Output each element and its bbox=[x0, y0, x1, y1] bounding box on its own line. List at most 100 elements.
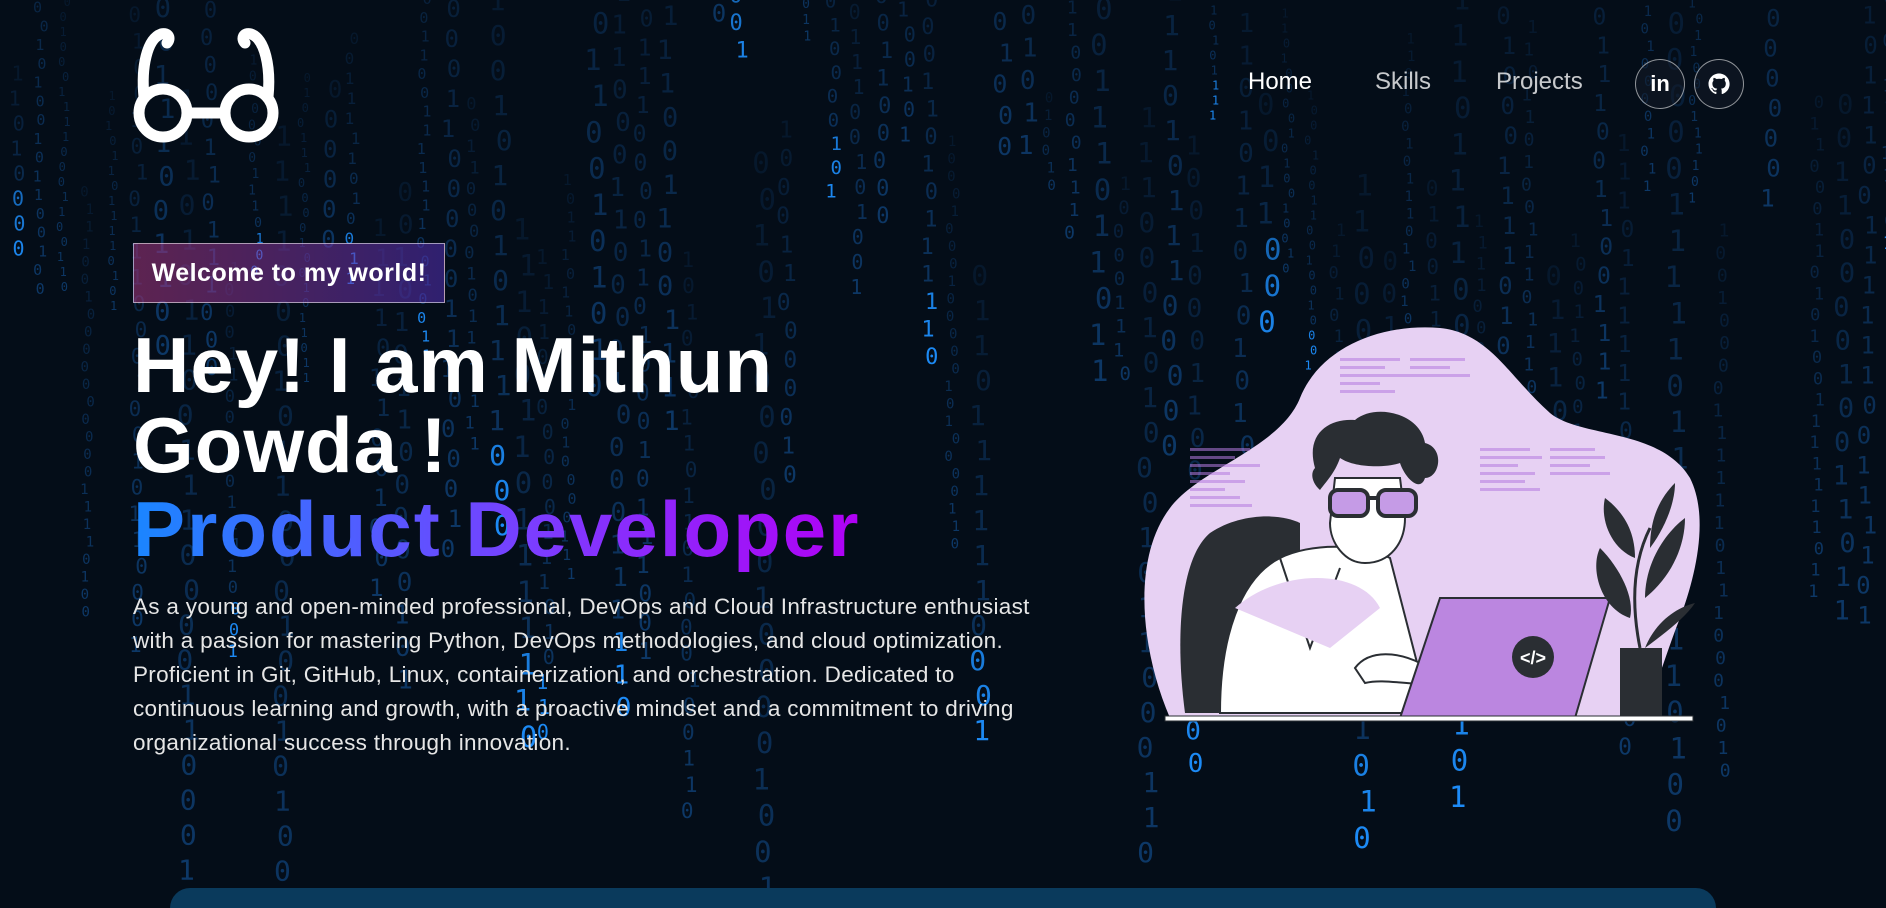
svg-text:1: 1 bbox=[108, 224, 115, 238]
svg-text:0: 0 bbox=[1264, 233, 1281, 267]
svg-text:0: 0 bbox=[470, 116, 480, 136]
svg-text:0: 0 bbox=[56, 220, 63, 234]
svg-text:1: 1 bbox=[1189, 229, 1205, 259]
svg-text:0: 0 bbox=[419, 9, 428, 27]
svg-text:0: 0 bbox=[1713, 625, 1724, 646]
svg-text:1: 1 bbox=[1477, 233, 1487, 253]
github-button[interactable] bbox=[1694, 59, 1744, 109]
svg-text:0: 0 bbox=[639, 179, 653, 205]
svg-text:1: 1 bbox=[273, 154, 290, 187]
svg-text:0: 0 bbox=[849, 100, 861, 124]
svg-text:0: 0 bbox=[1718, 355, 1729, 376]
svg-text:0: 0 bbox=[445, 25, 459, 53]
svg-text:0: 0 bbox=[59, 160, 66, 174]
svg-text:0: 0 bbox=[1425, 229, 1438, 253]
svg-text:1: 1 bbox=[1233, 204, 1249, 234]
svg-text:0: 0 bbox=[1139, 241, 1156, 274]
hero-role-gradient-text: Product Developer bbox=[133, 484, 861, 574]
svg-text:1: 1 bbox=[783, 261, 797, 287]
svg-text:0: 0 bbox=[946, 309, 954, 325]
svg-text:0: 0 bbox=[1768, 95, 1782, 123]
svg-text:0: 0 bbox=[444, 235, 458, 263]
svg-text:0: 0 bbox=[1688, 94, 1696, 109]
svg-text:1: 1 bbox=[418, 159, 427, 177]
svg-text:0: 0 bbox=[445, 205, 459, 233]
svg-text:1: 1 bbox=[111, 149, 118, 163]
svg-text:1: 1 bbox=[1715, 445, 1726, 466]
svg-text:0: 0 bbox=[1496, 2, 1510, 30]
svg-text:1: 1 bbox=[1524, 242, 1535, 263]
svg-text:1: 1 bbox=[105, 119, 112, 133]
svg-text:0: 0 bbox=[854, 175, 866, 199]
svg-text:0: 0 bbox=[1020, 66, 1036, 96]
svg-text:1: 1 bbox=[108, 194, 115, 208]
svg-text:1: 1 bbox=[1404, 189, 1412, 205]
svg-text:1: 1 bbox=[1166, 0, 1183, 7]
svg-text:1: 1 bbox=[1140, 171, 1157, 204]
svg-text:1: 1 bbox=[1621, 246, 1635, 272]
svg-text:0: 0 bbox=[299, 221, 306, 235]
svg-text:0: 0 bbox=[1426, 255, 1439, 279]
svg-text:0: 0 bbox=[468, 286, 478, 306]
svg-text:1: 1 bbox=[301, 146, 308, 160]
svg-text:1: 1 bbox=[347, 149, 357, 168]
svg-text:1: 1 bbox=[1809, 327, 1819, 347]
svg-text:1: 1 bbox=[1809, 114, 1819, 134]
svg-text:1: 1 bbox=[1502, 212, 1516, 240]
svg-text:1: 1 bbox=[609, 173, 625, 203]
svg-text:1: 1 bbox=[492, 229, 509, 262]
nav-skills-link[interactable]: Skills bbox=[1375, 68, 1431, 96]
svg-text:0: 0 bbox=[1310, 119, 1317, 133]
svg-text:0: 0 bbox=[1715, 648, 1726, 669]
svg-text:1: 1 bbox=[351, 129, 361, 148]
svg-text:0: 0 bbox=[1810, 263, 1820, 283]
svg-text:1: 1 bbox=[1427, 203, 1440, 227]
svg-text:1: 1 bbox=[1593, 91, 1607, 117]
svg-text:0: 0 bbox=[950, 484, 958, 500]
svg-text:0: 0 bbox=[1283, 172, 1290, 186]
svg-text:1: 1 bbox=[80, 482, 88, 498]
svg-text:0: 0 bbox=[86, 395, 94, 411]
svg-text:0: 0 bbox=[204, 0, 217, 24]
svg-text:0: 0 bbox=[1381, 280, 1397, 310]
svg-text:0: 0 bbox=[1310, 164, 1317, 178]
svg-text:1: 1 bbox=[1811, 412, 1821, 432]
nav-home-link[interactable]: Home bbox=[1248, 68, 1312, 96]
svg-text:0: 0 bbox=[1882, 30, 1886, 51]
svg-text:1: 1 bbox=[1312, 149, 1319, 163]
svg-text:1: 1 bbox=[10, 136, 22, 160]
svg-text:1: 1 bbox=[1168, 254, 1185, 287]
svg-text:0: 0 bbox=[592, 7, 609, 41]
svg-text:1: 1 bbox=[1186, 132, 1202, 162]
svg-text:1: 1 bbox=[1835, 562, 1851, 593]
linkedin-button[interactable]: in bbox=[1635, 59, 1685, 109]
svg-text:1: 1 bbox=[685, 773, 698, 797]
svg-text:1: 1 bbox=[921, 262, 934, 287]
svg-text:1: 1 bbox=[876, 66, 889, 91]
svg-text:0: 0 bbox=[13, 161, 25, 185]
svg-text:0: 0 bbox=[81, 360, 89, 376]
svg-text:0: 0 bbox=[1113, 244, 1124, 266]
svg-text:1: 1 bbox=[1860, 541, 1874, 569]
svg-text:0: 0 bbox=[1071, 65, 1082, 86]
svg-text:0: 0 bbox=[1546, 261, 1562, 292]
svg-text:1: 1 bbox=[1406, 172, 1414, 188]
svg-text:1: 1 bbox=[950, 204, 958, 220]
svg-text:0: 0 bbox=[155, 0, 171, 24]
svg-text:1: 1 bbox=[1860, 331, 1874, 359]
svg-text:0: 0 bbox=[633, 208, 647, 234]
glasses-logo-icon[interactable] bbox=[131, 27, 281, 143]
svg-text:0: 0 bbox=[1763, 35, 1777, 63]
svg-text:0: 0 bbox=[971, 259, 988, 292]
svg-text:1: 1 bbox=[974, 294, 991, 327]
svg-text:1: 1 bbox=[178, 854, 195, 887]
svg-text:0: 0 bbox=[1862, 391, 1876, 419]
nav-projects-link[interactable]: Projects bbox=[1496, 68, 1583, 96]
svg-text:1: 1 bbox=[345, 109, 355, 128]
svg-text:1: 1 bbox=[803, 29, 811, 44]
svg-text:1: 1 bbox=[542, 270, 554, 294]
svg-text:1: 1 bbox=[1449, 236, 1466, 270]
svg-text:0: 0 bbox=[60, 145, 67, 159]
svg-text:1: 1 bbox=[136, 161, 149, 185]
svg-text:1: 1 bbox=[1089, 318, 1106, 352]
